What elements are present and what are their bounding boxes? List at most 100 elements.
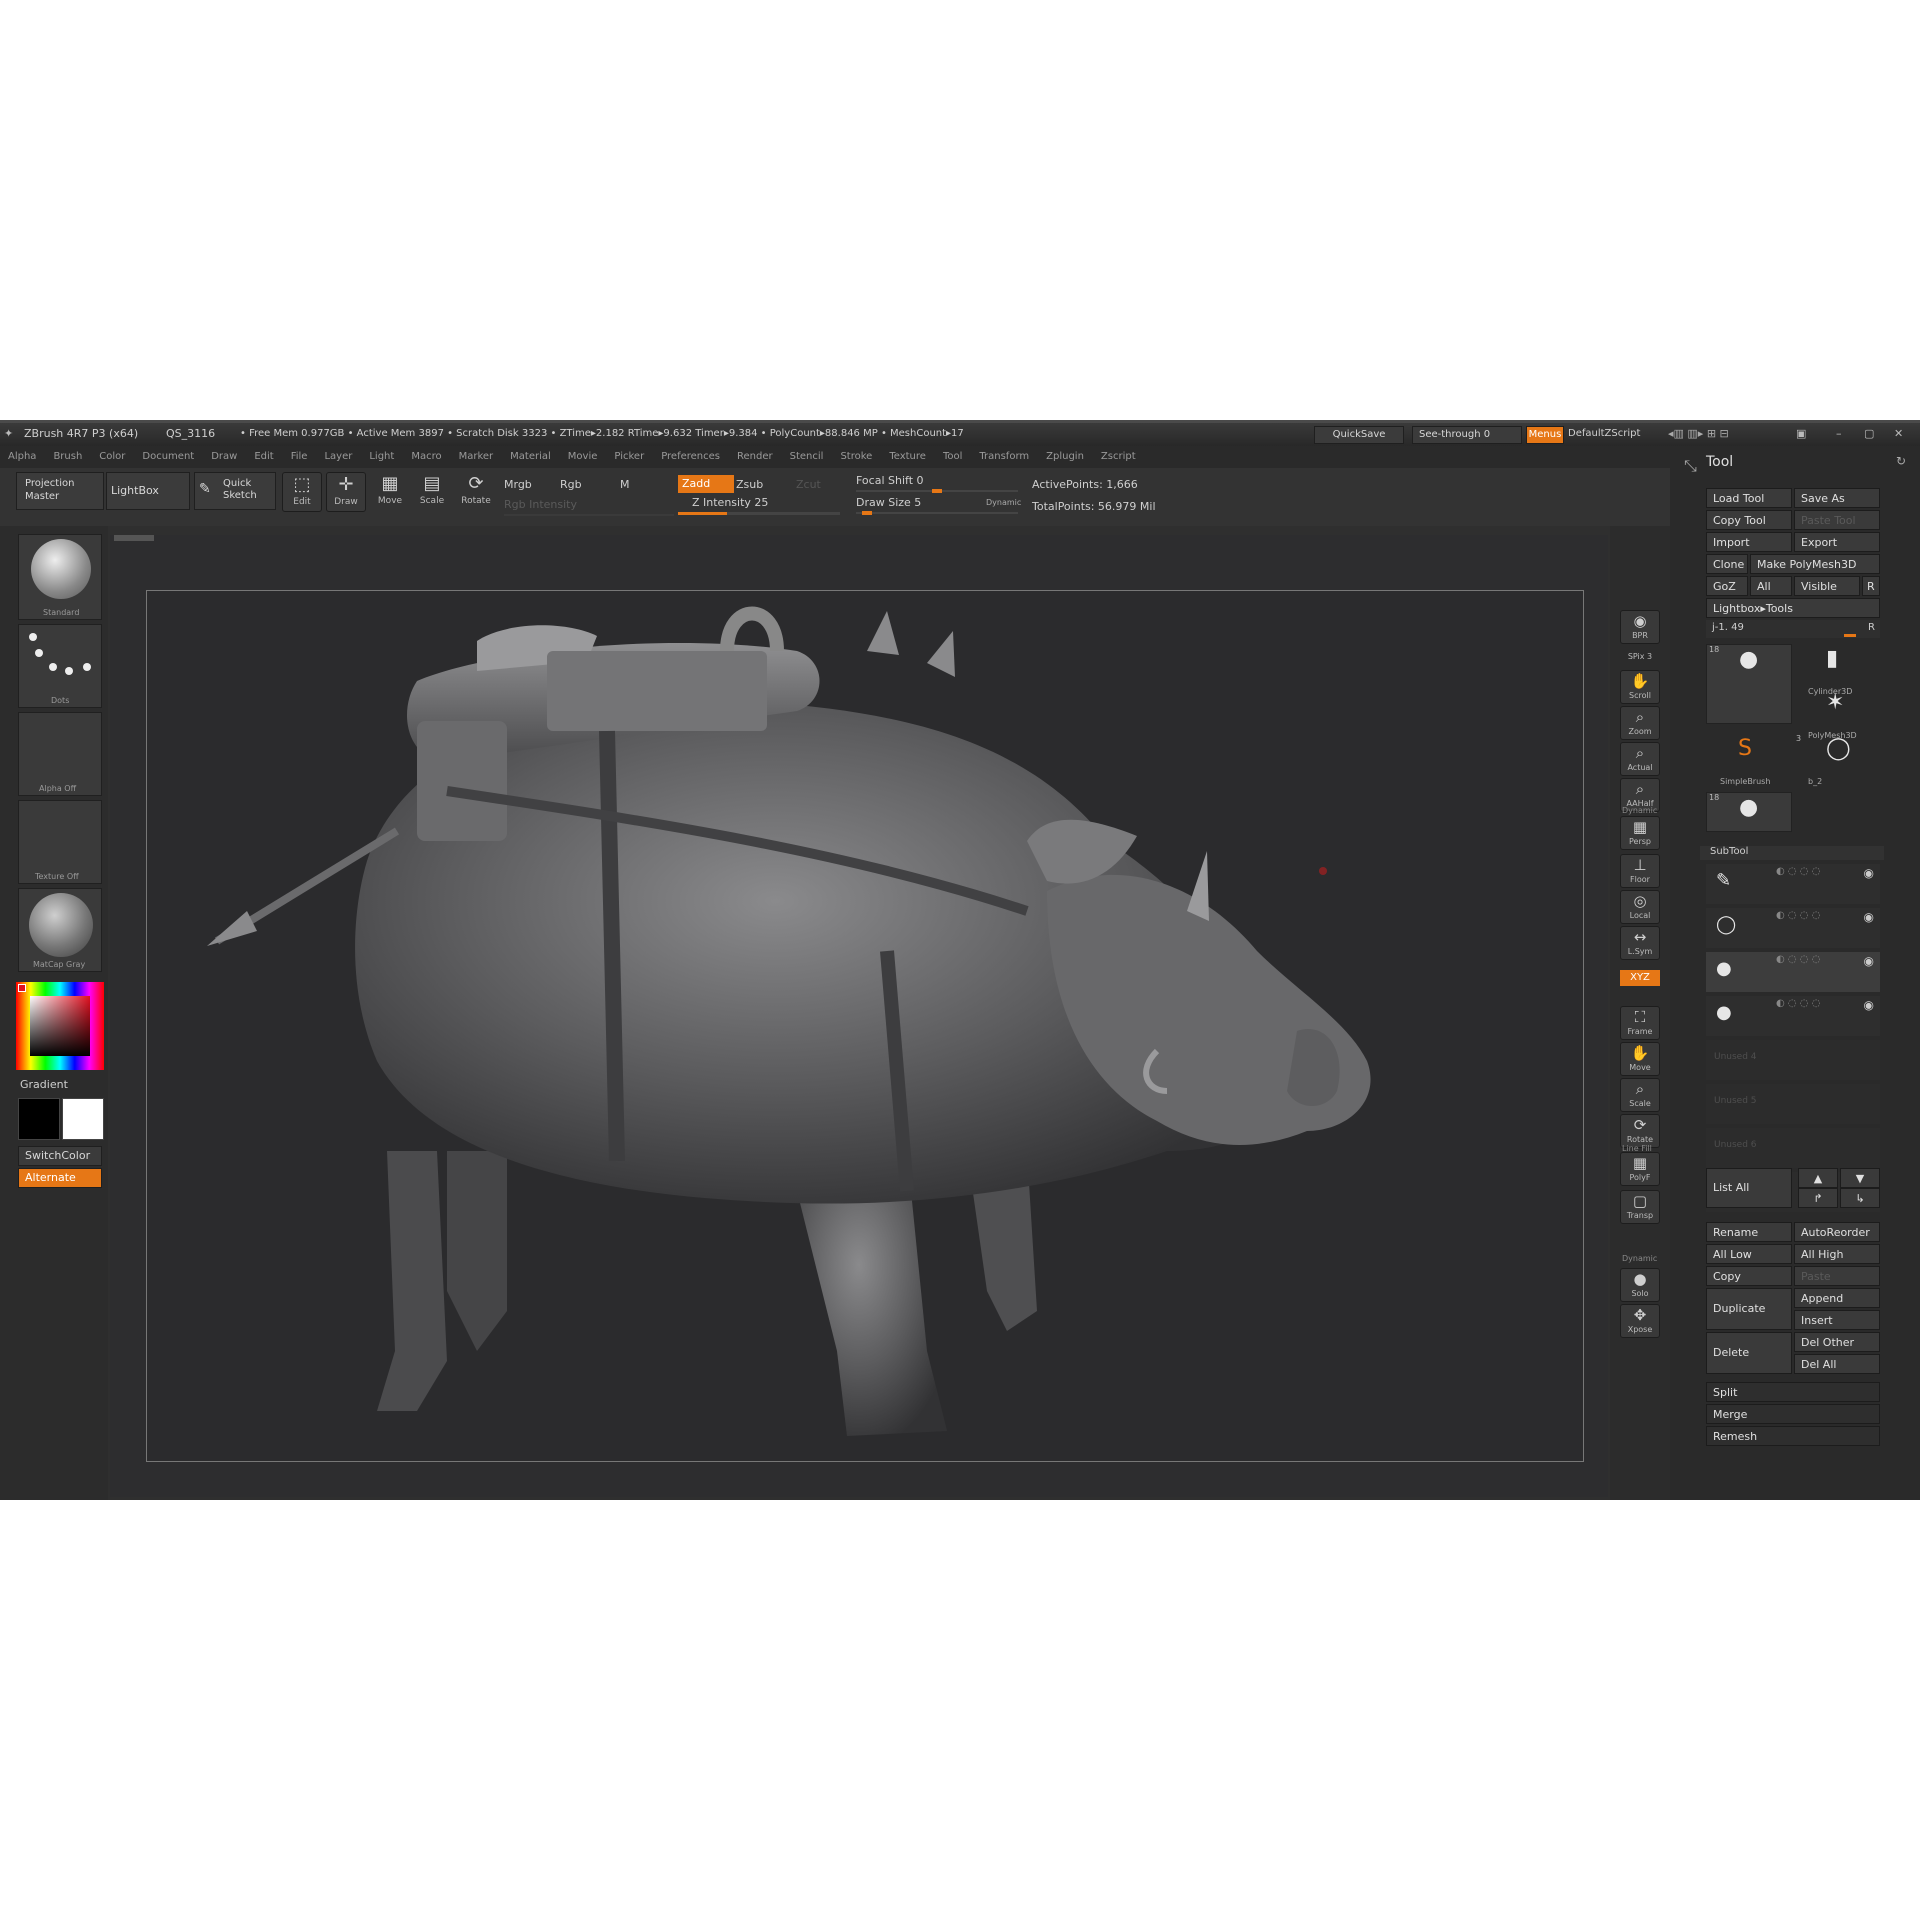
draw-button[interactable]: ✛ Draw	[326, 472, 366, 512]
import-button[interactable]: Import	[1706, 532, 1792, 552]
menu-document[interactable]: Document	[142, 451, 194, 462]
tool-thumbnail[interactable]: S SimpleBrush	[1706, 734, 1792, 786]
goz-r-button[interactable]: R	[1862, 576, 1880, 596]
menu-zscript[interactable]: Zscript	[1101, 451, 1136, 462]
zadd-button[interactable]: Zadd	[678, 475, 734, 493]
split-button[interactable]: Split	[1706, 1382, 1880, 1402]
save-as-button[interactable]: Save As	[1794, 488, 1880, 508]
scroll-button[interactable]: ✋ Scroll	[1620, 670, 1660, 704]
menu-edit[interactable]: Edit	[254, 451, 273, 462]
menu-draw[interactable]: Draw	[211, 451, 237, 462]
xpose-button[interactable]: ✥ Xpose	[1620, 1304, 1660, 1338]
zcut-button[interactable]: Zcut	[796, 478, 821, 491]
append-button[interactable]: Append	[1794, 1288, 1880, 1308]
tool-pin-icon[interactable]: ⤡	[1684, 456, 1697, 476]
merge-button[interactable]: Merge	[1706, 1404, 1880, 1424]
minimize-icon[interactable]: –	[1836, 423, 1842, 445]
tool-title[interactable]: Tool	[1706, 454, 1733, 470]
dynamic-toggle[interactable]: Dynamic	[986, 498, 1021, 507]
list-all-button[interactable]: List All	[1706, 1168, 1792, 1208]
del-other-button[interactable]: Del Other	[1794, 1332, 1880, 1352]
clone-button[interactable]: Clone	[1706, 554, 1748, 574]
all-low-button[interactable]: All Low	[1706, 1244, 1792, 1264]
viewport-model[interactable]	[146, 590, 1584, 1462]
menu-brush[interactable]: Brush	[53, 451, 82, 462]
polyf-button[interactable]: ▦ PolyF	[1620, 1152, 1660, 1186]
scale-view-button[interactable]: ⌕ Scale	[1620, 1078, 1660, 1112]
color-picker[interactable]	[16, 982, 104, 1070]
lightbox-button[interactable]: LightBox	[106, 472, 190, 510]
m-button[interactable]: M	[620, 478, 630, 491]
copy-tool-button[interactable]: Copy Tool	[1706, 510, 1792, 530]
material-slot[interactable]: MatCap Gray	[18, 888, 102, 972]
visibility-eye-icon[interactable]: ◉	[1864, 954, 1874, 968]
lightbox-tools-button[interactable]: Lightbox▸Tools	[1706, 598, 1880, 618]
actual-button[interactable]: ⌕ Actual	[1620, 742, 1660, 776]
menu-color[interactable]: Color	[99, 451, 125, 462]
visible-button[interactable]: Visible	[1794, 576, 1860, 596]
del-all-button[interactable]: Del All	[1794, 1354, 1880, 1374]
zsub-button[interactable]: Zsub	[736, 478, 763, 491]
menu-transform[interactable]: Transform	[979, 451, 1029, 462]
bpr-button[interactable]: ◉ BPR	[1620, 610, 1660, 644]
menu-macro[interactable]: Macro	[411, 451, 441, 462]
move-button[interactable]: ▦ Move	[370, 472, 410, 512]
tool-slider[interactable]: j-1. 49 R	[1706, 620, 1880, 638]
local-button[interactable]: ◎ Local	[1620, 890, 1660, 924]
autoreorder-button[interactable]: AutoReorder	[1794, 1222, 1880, 1242]
subtool-row[interactable]: ✎ ◉ ◐ ◌ ◌ ◌	[1706, 864, 1880, 904]
duplicate-button[interactable]: Duplicate	[1706, 1288, 1792, 1330]
floor-button[interactable]: ⊥ Floor	[1620, 854, 1660, 888]
secondary-color-swatch[interactable]	[62, 1098, 104, 1140]
menu-texture[interactable]: Texture	[889, 451, 926, 462]
menu-tool[interactable]: Tool	[943, 451, 962, 462]
menu-alpha[interactable]: Alpha	[8, 451, 36, 462]
all-button[interactable]: All	[1750, 576, 1792, 596]
switchcolor-button[interactable]: SwitchColor	[18, 1146, 102, 1166]
transp-button[interactable]: ▢ Transp	[1620, 1190, 1660, 1224]
subtool-row[interactable]: ● ◉ ◐ ◌ ◌ ◌	[1706, 952, 1880, 992]
rgb-intensity-slider[interactable]: Rgb Intensity	[504, 498, 577, 511]
default-zscript-button[interactable]: DefaultZScript	[1568, 423, 1640, 445]
canvas-scrollbar[interactable]	[114, 535, 154, 541]
lock-icon[interactable]: ▣	[1796, 423, 1806, 445]
alternate-button[interactable]: Alternate	[18, 1168, 102, 1188]
tool-thumbnail[interactable]: ◯ 3 b_2	[1794, 734, 1880, 786]
z-intensity-slider[interactable]: Z Intensity 25	[692, 496, 768, 509]
menu-stroke[interactable]: Stroke	[840, 451, 872, 462]
frame-button[interactable]: ⛶ Frame	[1620, 1006, 1660, 1040]
rotate-view-button[interactable]: ⟳ Rotate	[1620, 1114, 1660, 1148]
visibility-eye-icon[interactable]: ◉	[1864, 866, 1874, 880]
menu-preferences[interactable]: Preferences	[661, 451, 720, 462]
quick-sketch-button[interactable]: ✎ Quick Sketch	[194, 472, 276, 510]
refresh-icon[interactable]: ↻	[1896, 454, 1906, 468]
mrgb-button[interactable]: Mrgb	[504, 478, 532, 491]
remesh-button[interactable]: Remesh	[1706, 1426, 1880, 1446]
menu-light[interactable]: Light	[369, 451, 394, 462]
subtool-toggle-icon[interactable]: ◐ ◌ ◌ ◌	[1776, 910, 1820, 921]
quicksave-button[interactable]: QuickSave	[1314, 426, 1404, 444]
make-polymesh-button[interactable]: Make PolyMesh3D	[1750, 554, 1880, 574]
rgb-button[interactable]: Rgb	[560, 478, 582, 491]
export-button[interactable]: Export	[1794, 532, 1880, 552]
scale-button[interactable]: ▤ Scale	[412, 472, 452, 512]
menu-render[interactable]: Render	[737, 451, 773, 462]
goz-button[interactable]: GoZ	[1706, 576, 1748, 596]
rename-button[interactable]: Rename	[1706, 1222, 1792, 1242]
persp-button[interactable]: ▦ Persp	[1620, 816, 1660, 850]
solo-button[interactable]: ● Solo	[1620, 1268, 1660, 1302]
menu-zplugin[interactable]: Zplugin	[1046, 451, 1084, 462]
all-high-button[interactable]: All High	[1794, 1244, 1880, 1264]
maximize-icon[interactable]: ▢	[1864, 423, 1874, 445]
lsym-button[interactable]: ↔ L.Sym	[1620, 926, 1660, 960]
see-through-slider[interactable]: See-through 0	[1412, 426, 1522, 444]
paste-button[interactable]: Paste	[1794, 1266, 1880, 1286]
tool-slider-r-button[interactable]: R	[1868, 622, 1875, 633]
close-icon[interactable]: ✕	[1894, 423, 1903, 445]
move-up-button[interactable]: ▲	[1798, 1168, 1838, 1188]
projection-master-button[interactable]: Projection Master	[16, 472, 104, 510]
tool-thumbnail[interactable]: ▮ Cylinder3D	[1794, 644, 1880, 696]
brush-slot[interactable]: Standard	[18, 534, 102, 620]
primary-color-swatch[interactable]	[18, 1098, 60, 1140]
delete-button[interactable]: Delete	[1706, 1332, 1792, 1374]
